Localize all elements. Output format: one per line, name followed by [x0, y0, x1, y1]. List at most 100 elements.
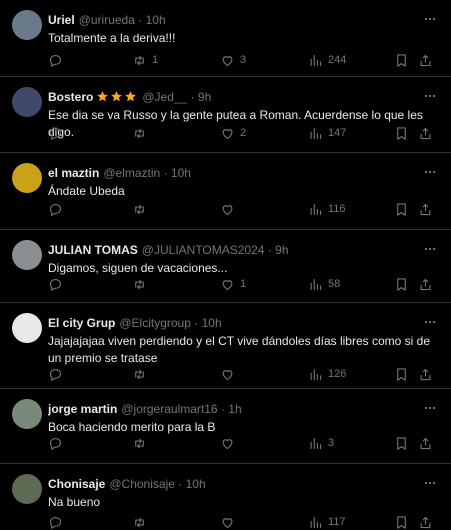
timestamp[interactable]: 9h [198, 90, 211, 104]
display-name[interactable]: Uriel [48, 13, 75, 27]
more-options-icon[interactable] [423, 315, 437, 329]
avatar[interactable] [12, 240, 42, 270]
views-button[interactable]: 244 [308, 51, 346, 69]
reply-button[interactable] [48, 275, 68, 293]
bookmark-button[interactable] [394, 124, 409, 142]
more-options-icon[interactable] [423, 242, 437, 256]
tweet-header: Uriel @urirueda · 10h [48, 12, 411, 28]
avatar[interactable] [12, 399, 42, 429]
avatar[interactable] [12, 313, 42, 343]
user-handle[interactable]: @urirueda [79, 13, 135, 27]
share-button[interactable] [418, 434, 433, 452]
views-button[interactable]: 58 [308, 275, 340, 293]
like-button[interactable] [220, 513, 240, 530]
views-button[interactable]: 126 [308, 365, 346, 383]
heart-icon [222, 438, 233, 449]
display-name[interactable]: El city Grup [48, 316, 115, 330]
more-options-icon[interactable] [423, 165, 437, 179]
timestamp[interactable]: 10h [202, 316, 222, 330]
timestamp[interactable]: 10h [171, 166, 191, 180]
bookmark-button[interactable] [394, 434, 409, 452]
timestamp[interactable]: 10h [186, 477, 206, 491]
tweet[interactable]: Chonisaje @Chonisaje · 10h Na bueno 117 [0, 464, 451, 530]
display-name[interactable]: jorge martin [48, 402, 117, 416]
reply-icon [49, 203, 62, 216]
retweet-button[interactable]: 1 [132, 51, 158, 69]
bookmark-button[interactable] [394, 513, 409, 530]
views-button[interactable]: 117 [308, 513, 346, 530]
views-button[interactable]: 3 [308, 434, 334, 452]
retweet-button[interactable] [132, 275, 152, 293]
display-name[interactable]: Chonisaje [48, 477, 105, 491]
like-button[interactable] [220, 365, 240, 383]
heart-icon [222, 517, 233, 528]
retweet-button[interactable] [132, 434, 152, 452]
tweet[interactable]: Uriel @urirueda · 10h Totalmente a la der… [0, 0, 451, 77]
reply-button[interactable] [48, 434, 68, 452]
share-icon [420, 203, 431, 215]
timestamp[interactable]: 10h [146, 13, 166, 27]
share-icon [420, 278, 431, 290]
reply-button[interactable] [48, 51, 68, 69]
avatar[interactable] [12, 163, 42, 193]
retweet-button[interactable] [132, 513, 152, 530]
reply-button[interactable] [48, 513, 68, 530]
retweet-button[interactable] [132, 365, 152, 383]
user-handle[interactable]: @Jed__ [142, 90, 187, 104]
bookmark-button[interactable] [394, 51, 409, 69]
user-handle[interactable]: @Chonisaje [109, 477, 175, 491]
avatar[interactable] [12, 87, 42, 117]
views-button[interactable]: 147 [308, 124, 346, 142]
views-chart-icon [310, 368, 322, 380]
reply-button[interactable] [48, 365, 68, 383]
heart-icon [222, 204, 233, 215]
more-options-icon[interactable] [423, 89, 437, 103]
more-options-icon[interactable] [423, 401, 437, 415]
retweet-icon [135, 128, 144, 138]
like-button[interactable]: 3 [220, 51, 246, 69]
view-count: 58 [328, 278, 341, 290]
tweet-header: JULIAN TOMAS @JULIANTOMAS2024 · 9h [48, 242, 411, 258]
display-name[interactable]: JULIAN TOMAS [48, 243, 138, 257]
bookmark-button[interactable] [394, 365, 409, 383]
views-button[interactable]: 116 [308, 200, 346, 218]
like-count: 3 [240, 54, 247, 66]
share-button[interactable] [418, 200, 433, 218]
like-button[interactable]: 2 [220, 124, 246, 142]
like-button[interactable] [220, 434, 240, 452]
user-handle[interactable]: @Elcitygroup [119, 316, 191, 330]
more-options-icon[interactable] [423, 476, 437, 490]
tweet[interactable]: El city Grup @Elcitygroup · 10h Jajajajaj… [0, 303, 451, 389]
timestamp[interactable]: 9h [275, 243, 288, 257]
reply-button[interactable] [48, 200, 68, 218]
share-button[interactable] [418, 275, 433, 293]
bookmark-button[interactable] [394, 275, 409, 293]
share-button[interactable] [418, 51, 433, 69]
share-button[interactable] [418, 124, 433, 142]
tweet[interactable]: JULIAN TOMAS @JULIANTOMAS2024 · 9h Digamo… [0, 230, 451, 303]
user-handle[interactable]: @JULIANTOMAS2024 [142, 243, 265, 257]
separator-dot: · [220, 402, 225, 416]
reply-button[interactable] [48, 124, 68, 142]
action-bar: 116 [44, 200, 439, 218]
user-handle[interactable]: @jorgeraulmart16 [121, 402, 217, 416]
share-button[interactable] [418, 513, 433, 530]
share-button[interactable] [418, 365, 433, 383]
display-name[interactable]: el maztin [48, 166, 99, 180]
tweet[interactable]: el maztin @elmaztin · 10h Ándate Ubeda 11… [0, 153, 451, 230]
retweet-button[interactable] [132, 200, 152, 218]
tweet-header: Chonisaje @Chonisaje · 10h [48, 476, 411, 492]
tweet[interactable]: jorge martin @jorgeraulmart16 · 1h Boca h… [0, 389, 451, 464]
retweet-button[interactable] [132, 124, 152, 142]
timestamp[interactable]: 1h [228, 402, 241, 416]
bookmark-button[interactable] [394, 200, 409, 218]
view-count: 117 [328, 516, 346, 528]
display-name[interactable]: Bostero [48, 90, 93, 104]
avatar[interactable] [12, 474, 42, 504]
like-button[interactable] [220, 200, 240, 218]
more-options-icon[interactable] [423, 12, 437, 26]
avatar[interactable] [12, 10, 42, 40]
tweet[interactable]: Bostero @Jed__ · 9h Ese dia se va Russo y… [0, 77, 451, 153]
user-handle[interactable]: @elmaztin [103, 166, 160, 180]
like-button[interactable]: 1 [220, 275, 246, 293]
